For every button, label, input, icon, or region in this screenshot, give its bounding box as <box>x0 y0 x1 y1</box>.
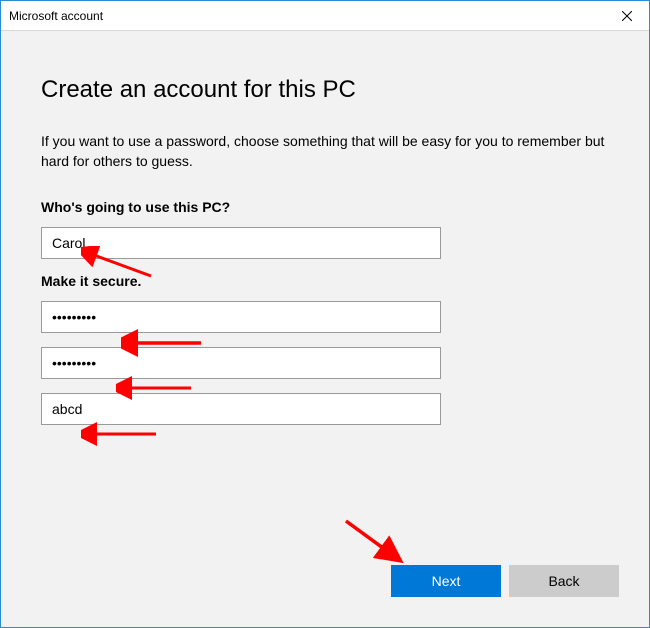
close-icon <box>622 11 632 21</box>
content-area: Create an account for this PC If you wan… <box>1 31 649 627</box>
user-section-label: Who's going to use this PC? <box>41 199 609 215</box>
confirm-password-input[interactable] <box>41 347 441 379</box>
password-hint-input[interactable] <box>41 393 441 425</box>
next-button[interactable]: Next <box>391 565 501 597</box>
arrow-annotation <box>336 511 416 571</box>
back-button[interactable]: Back <box>509 565 619 597</box>
description-text: If you want to use a password, choose so… <box>41 132 609 171</box>
password-input[interactable] <box>41 301 441 333</box>
username-input[interactable] <box>41 227 441 259</box>
secure-section-label: Make it secure. <box>41 273 609 289</box>
page-title: Create an account for this PC <box>41 76 609 104</box>
window: Microsoft account Create an account for … <box>0 0 650 628</box>
titlebar-text: Microsoft account <box>9 9 103 23</box>
titlebar: Microsoft account <box>1 1 649 31</box>
close-button[interactable] <box>604 1 649 31</box>
button-row: Next Back <box>391 565 619 597</box>
